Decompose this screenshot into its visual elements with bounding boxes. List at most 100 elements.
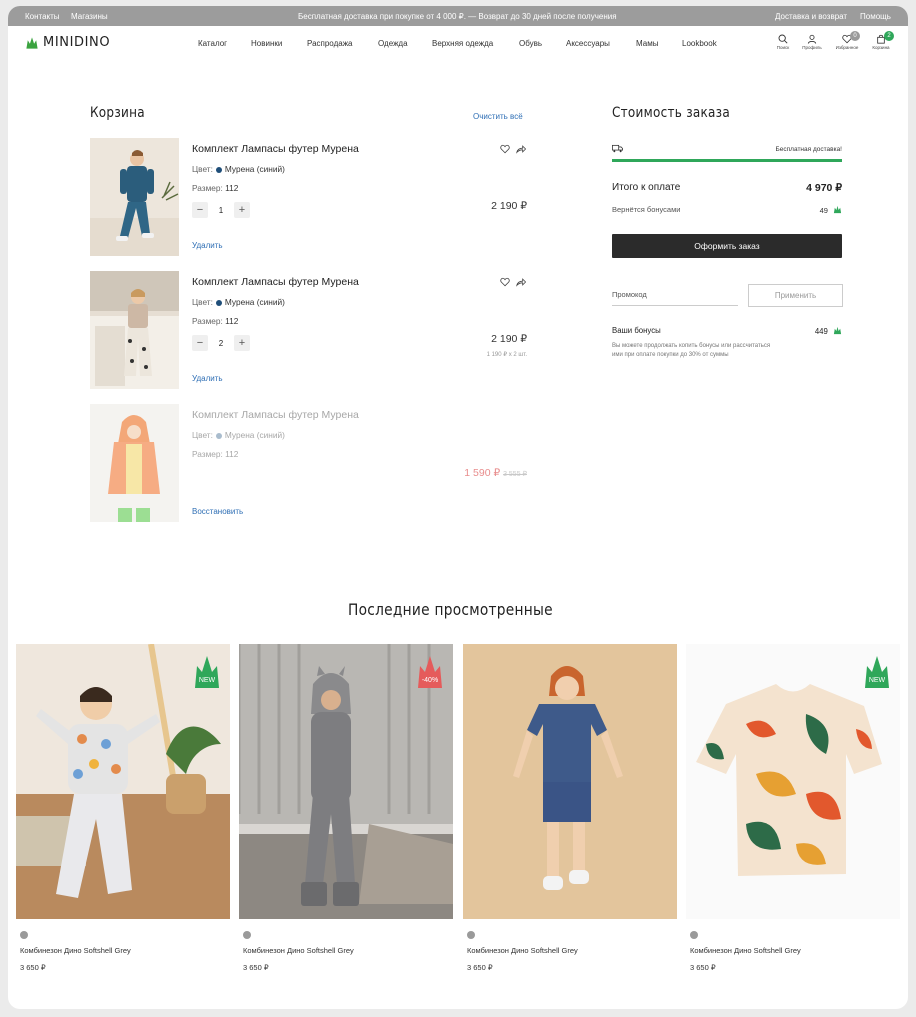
- size-value: 112: [225, 316, 239, 326]
- quantity-value[interactable]: 1: [208, 206, 234, 215]
- item-price: 2 190 ₽: [491, 333, 527, 345]
- heart-icon[interactable]: [500, 277, 510, 287]
- bonus-back-value-wrap: 49: [820, 205, 842, 215]
- profile-label: Профиль: [802, 45, 822, 50]
- help-link[interactable]: Помощь: [860, 12, 891, 21]
- nav-shoes[interactable]: Обувь: [519, 39, 542, 48]
- recent-title: Последние просмотренные: [348, 600, 553, 619]
- delivery-return-link[interactable]: Доставка и возврат: [775, 12, 847, 21]
- increase-button[interactable]: +: [234, 202, 250, 218]
- item-name[interactable]: Комплект Лампасы футер Мурена: [192, 409, 359, 421]
- clear-all-link[interactable]: Очистить всё: [473, 112, 523, 121]
- restore-link[interactable]: Восстановить: [192, 507, 243, 516]
- your-bonus-row: Ваши бонусы 449: [612, 326, 842, 336]
- color-swatch[interactable]: [20, 931, 28, 939]
- leaf-icon: [833, 205, 842, 214]
- quantity-value[interactable]: 2: [208, 339, 234, 348]
- nav-lookbook[interactable]: Lookbook: [682, 39, 717, 48]
- nav-catalog[interactable]: Каталог: [198, 39, 227, 48]
- apply-promo-button[interactable]: Применить: [748, 284, 843, 307]
- product-name[interactable]: Комбинезон Дино Softshell Grey: [20, 946, 131, 955]
- size-label: Размер:: [192, 183, 223, 193]
- color-label: Цвет:: [192, 164, 213, 174]
- new-badge-text: NEW: [199, 677, 216, 684]
- product-name[interactable]: Комбинезон Дино Softshell Grey: [243, 946, 354, 955]
- header-profile[interactable]: Профиль: [798, 34, 826, 50]
- new-badge-text: NEW: [869, 677, 886, 684]
- old-price: 3 555 ₽: [503, 471, 527, 478]
- header-cart[interactable]: Корзина 2: [867, 31, 895, 50]
- nav-clothes[interactable]: Одежда: [378, 39, 408, 48]
- promo-text: Бесплатная доставка при покупке от 4 000…: [298, 12, 617, 21]
- size-value: 112: [225, 183, 239, 193]
- bonus-back-row: Вернётся бонусами 49: [612, 205, 842, 215]
- header-search[interactable]: Поиск: [769, 34, 797, 50]
- item-color: Цвет: Мурена (синий): [192, 297, 285, 307]
- color-swatch[interactable]: [690, 931, 698, 939]
- favorites-count-badge: 0: [850, 31, 860, 41]
- nav-outerwear[interactable]: Верхняя одежда: [432, 39, 493, 48]
- remove-link[interactable]: Удалить: [192, 241, 223, 250]
- product-card[interactable]: NEW Комбинезон Дино Softshell Grey 3 650…: [16, 643, 230, 972]
- bonus-back-value: 49: [819, 206, 828, 215]
- product-image[interactable]: [90, 271, 179, 389]
- product-card[interactable]: -40% Комбинезон Дино Softshell Grey 3 65…: [237, 644, 453, 972]
- new-badge: NEW: [865, 656, 889, 688]
- header-favorites[interactable]: Избранное 0: [833, 31, 861, 50]
- free-delivery-label: Бесплатная доставка!: [775, 146, 842, 153]
- item-size: Размер: 112: [192, 183, 238, 193]
- increase-button[interactable]: +: [234, 335, 250, 351]
- remove-link[interactable]: Удалить: [192, 374, 223, 383]
- product-price: 3 650 ₽: [690, 963, 716, 972]
- share-icon[interactable]: [516, 277, 526, 287]
- item-color: Цвет: Мурена (синий): [192, 164, 285, 174]
- discount-badge-text: -40%: [422, 677, 438, 684]
- cart-title: Корзина: [90, 105, 145, 121]
- your-bonus-label: Ваши бонусы: [612, 326, 661, 335]
- product-name[interactable]: Комбинезон Дино Softshell Grey: [467, 946, 578, 955]
- color-value: Мурена (синий): [224, 430, 285, 440]
- stores-link[interactable]: Магазины: [71, 12, 108, 21]
- nav-moms[interactable]: Мамы: [636, 39, 658, 48]
- color-label: Цвет:: [192, 430, 213, 440]
- leaf-icon: [833, 326, 842, 335]
- item-size: Размер: 112: [192, 449, 238, 459]
- unit-price-breakdown: 1 190 ₽ x 2 шт.: [486, 352, 527, 358]
- total-label: Итого к оплате: [612, 182, 681, 193]
- product-name[interactable]: Комбинезон Дино Softshell Grey: [690, 946, 801, 955]
- product-image[interactable]: [90, 138, 179, 256]
- contacts-link[interactable]: Контакты: [25, 12, 60, 21]
- color-swatch: [215, 166, 222, 173]
- decrease-button[interactable]: −: [192, 335, 208, 351]
- search-icon: [778, 34, 788, 44]
- total-value: 4 970 ₽: [806, 182, 842, 194]
- product-image[interactable]: [90, 404, 179, 522]
- item-price: 1 590 ₽ 3 555 ₽: [464, 467, 527, 479]
- item-price: 2 190 ₽: [491, 200, 527, 212]
- size-label: Размер:: [192, 316, 223, 326]
- product-image[interactable]: [463, 644, 677, 919]
- page-frame: Контакты Магазины Бесплатная доставка пр…: [8, 6, 908, 1009]
- color-swatch: [215, 299, 222, 306]
- color-swatch[interactable]: [243, 931, 251, 939]
- product-card[interactable]: Комбинезон Дино Softshell Grey 3 650 ₽: [463, 644, 677, 972]
- color-swatch: [215, 432, 222, 439]
- nav-sale[interactable]: Распродажа: [307, 39, 353, 48]
- share-icon[interactable]: [516, 144, 526, 154]
- item-name[interactable]: Комплект Лампасы футер Мурена: [192, 276, 359, 288]
- product-price: 3 650 ₽: [467, 963, 493, 972]
- search-label: Поиск: [776, 45, 790, 50]
- product-card[interactable]: NEW Комбинезон Дино Softshell Grey 3 650…: [686, 644, 900, 972]
- heart-icon[interactable]: [500, 144, 510, 154]
- logo[interactable]: MINIDINO: [25, 35, 110, 50]
- color-swatch[interactable]: [467, 931, 475, 939]
- bonus-note: Вы можете продолжать копить бонусы или р…: [612, 342, 842, 360]
- place-order-button[interactable]: Оформить заказ: [612, 234, 842, 258]
- discount-badge: -40%: [418, 656, 442, 688]
- nav-new[interactable]: Новинки: [251, 39, 282, 48]
- decrease-button[interactable]: −: [192, 202, 208, 218]
- item-name[interactable]: Комплект Лампасы футер Мурена: [192, 143, 359, 155]
- promo-code-input[interactable]: Промокод: [612, 290, 738, 306]
- nav-accessories[interactable]: Аксессуары: [566, 39, 610, 48]
- product-price: 3 650 ₽: [20, 963, 46, 972]
